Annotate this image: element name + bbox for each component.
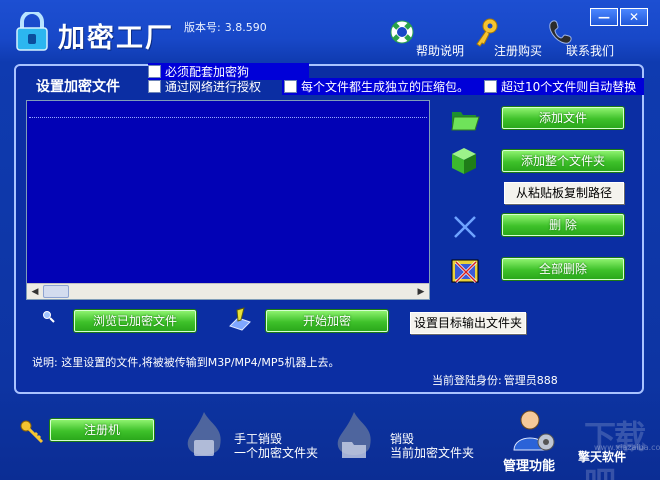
keygen-button[interactable]: 注册机 — [50, 419, 154, 441]
network-auth-label: 通过网络进行授权 — [165, 80, 262, 94]
delete-button[interactable]: 删 除 — [502, 214, 624, 236]
file-list[interactable]: ◀ ▶ — [26, 100, 430, 300]
copy-from-clipboard-button[interactable]: 从粘贴板复制路径 — [504, 182, 624, 204]
set-output-folder-button[interactable]: 设置目标输出文件夹 — [410, 312, 526, 334]
horizontal-scrollbar[interactable]: ◀ ▶ — [27, 283, 429, 299]
window-controls: — ✕ — [590, 8, 648, 26]
login-user: 管理员888 — [503, 374, 558, 387]
version-value: 3.8.590 — [224, 21, 267, 34]
separate-archive-checkbox[interactable]: 每个文件都生成独立的压缩包。 — [282, 78, 492, 95]
pen-tablet-icon — [229, 307, 251, 331]
lock-logo-icon — [16, 12, 48, 51]
contact-label: 联系我们 — [566, 44, 615, 58]
auto-replace-label: 超过10个文件则自动替换 — [501, 80, 637, 94]
checkbox-box[interactable] — [484, 80, 497, 93]
delete-x-icon — [454, 216, 476, 238]
delete-all-button[interactable]: 全部删除 — [502, 258, 624, 280]
start-encrypt-button[interactable]: 开始加密 — [266, 310, 388, 332]
add-file-button[interactable]: 添加文件 — [502, 107, 624, 129]
scroll-thumb[interactable] — [43, 285, 69, 298]
scroll-left-arrow-icon[interactable]: ◀ — [27, 284, 43, 300]
destroy-line2: 当前加密文件夹 — [390, 446, 475, 460]
checkbox-box[interactable] — [284, 80, 297, 93]
app-title: 加密工厂 — [58, 23, 174, 54]
add-folder-button[interactable]: 添加整个文件夹 — [502, 150, 624, 172]
checkbox-box[interactable] — [148, 65, 161, 78]
fire-folder-icon — [337, 412, 371, 458]
version-label: 版本号: — [184, 21, 221, 34]
destroy-current-button[interactable]: 销毁 当前加密文件夹 — [390, 432, 474, 460]
fire-lock-icon — [187, 412, 221, 456]
version-info: 版本号: 3.8.590 — [184, 19, 267, 35]
manual-destroy-line1: 手工销毁 — [234, 432, 283, 446]
manage-functions-button[interactable]: 管理功能 — [503, 455, 555, 474]
checkbox-box[interactable] — [148, 80, 161, 93]
login-label: 当前登陆身份: — [432, 374, 502, 387]
lifebuoy-icon — [390, 20, 414, 44]
keys-icon — [20, 420, 44, 444]
app-window: 加密工厂 版本号: 3.8.590 帮助说明 注册购买 联系我们 — ✕ 设置加密… — [0, 0, 660, 480]
close-button[interactable]: ✕ — [620, 8, 648, 26]
help-label: 帮助说明 — [416, 44, 465, 58]
login-identity: 当前登陆身份: 管理员888 — [432, 372, 558, 388]
register-button[interactable]: 注册购买 — [474, 18, 542, 58]
cube-icon — [452, 148, 476, 174]
description-text: 说明: 这里设置的文件,将被被传输到M3P/MP4/MP5机器上去。 — [32, 356, 340, 369]
browse-encrypted-button[interactable]: 浏览已加密文件 — [74, 310, 196, 332]
help-button[interactable]: 帮助说明 — [388, 18, 464, 58]
network-auth-checkbox[interactable]: 通过网络进行授权 — [148, 78, 261, 95]
panel-title: 设置加密文件 — [36, 79, 120, 95]
admin-user-icon — [513, 410, 555, 451]
manual-destroy-line2: 一个加密文件夹 — [234, 446, 319, 460]
manual-destroy-button[interactable]: 手工销毁 一个加密文件夹 — [234, 432, 318, 460]
brand-label: 擎天软件 — [578, 450, 627, 464]
register-label: 注册购买 — [494, 44, 543, 58]
encrypt-files-panel: 设置加密文件 必须配套加密狗 通过网络进行授权 每个文件都生成独立的压缩包。 超… — [14, 63, 645, 394]
minimize-button[interactable]: — — [590, 8, 618, 26]
folder-open-icon — [451, 112, 480, 131]
scroll-right-arrow-icon[interactable]: ▶ — [413, 284, 429, 300]
destroy-line1: 销毁 — [390, 432, 415, 446]
delete-all-icon — [451, 259, 479, 284]
magnifier-icon — [43, 311, 55, 323]
contact-button[interactable]: 联系我们 — [546, 18, 614, 58]
list-header-divider — [29, 117, 427, 118]
separate-archive-label: 每个文件都生成独立的压缩包。 — [301, 80, 470, 94]
auto-replace-checkbox[interactable]: 超过10个文件则自动替换 — [484, 78, 645, 95]
